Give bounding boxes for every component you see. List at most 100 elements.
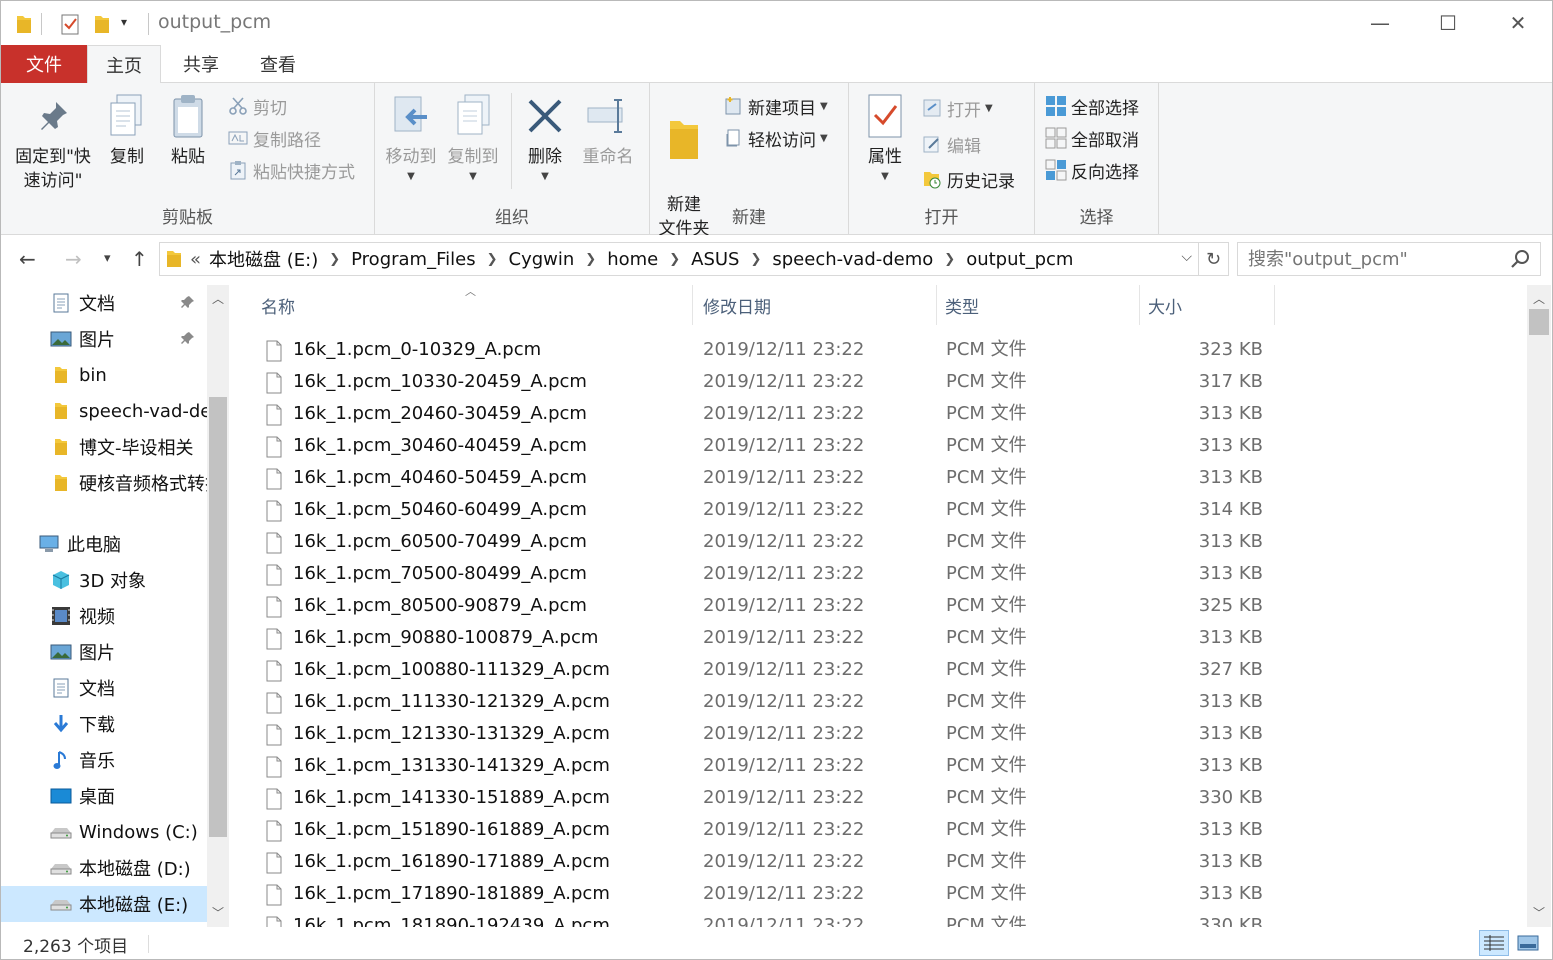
nav-item[interactable]: 音乐 <box>1 742 207 778</box>
nav-item[interactable]: 本地磁盘 (E:) <box>1 886 207 923</box>
file-row[interactable]: 16k_1.pcm_70500-80499_A.pcm 2019/12/11 23… <box>255 558 1275 590</box>
cut-button[interactable]: 剪切 <box>227 93 287 119</box>
nav-item[interactable]: 本地磁盘 (D:) <box>1 850 207 886</box>
nav-item[interactable]: 此电脑 <box>1 526 207 562</box>
chevron-right-icon[interactable]: ❯ <box>669 252 680 267</box>
maximize-button[interactable]: ☐ <box>1413 1 1483 45</box>
file-row[interactable]: 16k_1.pcm_131330-141329_A.pcm 2019/12/11 … <box>255 750 1275 782</box>
nav-item[interactable]: 桌面 <box>1 778 207 814</box>
address-bar[interactable]: « 本地磁盘 (E:) ❯ Program_Files ❯ Cygwin ❯ h… <box>159 242 1199 276</box>
breadcrumb-cygwin[interactable]: Cygwin <box>509 249 575 270</box>
refresh-icon[interactable]: ↻ <box>1199 242 1229 276</box>
file-row[interactable]: 16k_1.pcm_111330-121329_A.pcm 2019/12/11 … <box>255 686 1275 718</box>
select-none-button[interactable]: 全部取消 <box>1045 125 1139 151</box>
paste-button[interactable]: 粘贴 <box>163 91 213 169</box>
breadcrumb-speech-vad-demo[interactable]: speech-vad-demo <box>772 249 933 270</box>
breadcrumb-program-files[interactable]: Program_Files <box>351 249 475 270</box>
pin-icon[interactable] <box>181 329 195 350</box>
chevron-down-icon[interactable]: ﹀ <box>1528 903 1550 921</box>
file-row[interactable]: 16k_1.pcm_171890-181889_A.pcm 2019/12/11 … <box>255 878 1275 910</box>
properties-button[interactable]: 属性 ▼ <box>859 91 911 189</box>
recent-locations-icon[interactable]: ▾ <box>104 251 111 266</box>
chevron-right-icon[interactable]: ❯ <box>944 252 955 267</box>
file-row[interactable]: 16k_1.pcm_60500-70499_A.pcm 2019/12/11 23… <box>255 526 1275 558</box>
nav-scrollbar[interactable]: ︿ ﹀ <box>207 285 229 927</box>
new-folder-quick-icon[interactable] <box>93 13 111 35</box>
chevron-right-icon[interactable]: ❯ <box>585 252 596 267</box>
copy-to-button[interactable]: 复制到 ▼ <box>443 91 503 189</box>
chevron-up-icon[interactable]: ︿ <box>1528 289 1550 307</box>
search-icon[interactable] <box>1510 249 1530 273</box>
file-row[interactable]: 16k_1.pcm_90880-100879_A.pcm 2019/12/11 2… <box>255 622 1275 654</box>
move-to-button[interactable]: 移动到 ▼ <box>383 91 439 189</box>
file-list-scrollbar-thumb[interactable] <box>1529 309 1549 335</box>
search-input[interactable] <box>1238 243 1498 275</box>
copy-path-button[interactable]: 复制路径 <box>227 125 321 151</box>
file-row[interactable]: 16k_1.pcm_151890-161889_A.pcm 2019/12/11 … <box>255 814 1275 846</box>
chevron-right-icon[interactable]: ❯ <box>487 252 498 267</box>
tab-view[interactable]: 查看 <box>245 45 311 83</box>
breadcrumb-home[interactable]: home <box>607 249 658 270</box>
tab-share[interactable]: 共享 <box>167 45 235 83</box>
file-row[interactable]: 16k_1.pcm_161890-171889_A.pcm 2019/12/11 … <box>255 846 1275 878</box>
close-button[interactable]: ✕ <box>1483 1 1552 45</box>
search-box[interactable] <box>1237 242 1541 276</box>
nav-item[interactable]: 视频 <box>1 598 207 634</box>
delete-button[interactable]: 删除 ▼ <box>521 91 569 189</box>
chevron-right-icon[interactable]: ❯ <box>329 252 340 267</box>
column-header-name[interactable]: 名称 ︿ <box>233 285 693 325</box>
paste-shortcut-button[interactable]: 粘贴快捷方式 <box>227 157 355 183</box>
nav-item[interactable]: 3D 对象 <box>1 562 207 598</box>
file-row[interactable]: 16k_1.pcm_20460-30459_A.pcm 2019/12/11 23… <box>255 398 1275 430</box>
chevron-right-icon[interactable]: ❯ <box>750 252 761 267</box>
column-header-size[interactable]: 大小 <box>1140 285 1275 325</box>
file-row[interactable]: 16k_1.pcm_0-10329_A.pcm 2019/12/11 23:22 P… <box>255 334 1275 366</box>
address-history-icon[interactable]: ⌵ <box>1181 249 1192 265</box>
file-row[interactable]: 16k_1.pcm_40460-50459_A.pcm 2019/12/11 23… <box>255 462 1275 494</box>
file-row[interactable]: 16k_1.pcm_181890-192439_A.pcm 2019/12/11 … <box>255 910 1275 927</box>
nav-item[interactable]: 硬核音频格式转换 <box>1 465 207 501</box>
copy-button[interactable]: 复制 <box>103 91 151 169</box>
easy-access-button[interactable]: 轻松访问 ▼ <box>722 125 828 151</box>
nav-item[interactable]: 文档 <box>1 285 207 321</box>
chevron-down-icon[interactable]: ﹀ <box>207 903 229 921</box>
new-item-button[interactable]: 新建项目 ▼ <box>722 93 828 119</box>
column-header-type[interactable]: 类型 <box>937 285 1140 325</box>
pin-icon[interactable] <box>181 293 195 314</box>
back-arrow-icon[interactable]: ← <box>19 247 36 271</box>
up-arrow-icon[interactable]: ↑ <box>131 247 148 271</box>
nav-item[interactable]: speech-vad-demo <box>1 393 207 429</box>
nav-item[interactable]: bin <box>1 357 207 393</box>
rename-button[interactable]: 重命名 <box>577 91 639 169</box>
nav-item[interactable]: Windows (C:) <box>1 814 207 850</box>
details-view-icon[interactable] <box>1479 930 1509 956</box>
nav-item[interactable]: 博文-毕设相关 <box>1 429 207 465</box>
nav-item[interactable]: 文档 <box>1 670 207 706</box>
breadcrumb-drive-e[interactable]: 本地磁盘 (E:) <box>209 246 318 272</box>
forward-arrow-icon[interactable]: → <box>65 247 82 271</box>
edit-button[interactable]: 编辑 <box>921 131 981 157</box>
open-button[interactable]: 打开 ▼ <box>921 95 993 121</box>
nav-item[interactable]: 下载 <box>1 706 207 742</box>
pin-quick-access-button[interactable]: 固定到"快速访问" <box>7 91 99 193</box>
minimize-button[interactable]: — <box>1345 1 1415 45</box>
chevron-up-icon[interactable]: ︿ <box>207 289 229 307</box>
tab-home[interactable]: 主页 <box>87 45 161 84</box>
invert-selection-button[interactable]: 反向选择 <box>1045 157 1139 183</box>
select-all-button[interactable]: 全部选择 <box>1045 93 1139 119</box>
history-button[interactable]: 历史记录 <box>921 166 1015 192</box>
breadcrumb-asus[interactable]: ASUS <box>691 249 739 270</box>
file-row[interactable]: 16k_1.pcm_100880-111329_A.pcm 2019/12/11 … <box>255 654 1275 686</box>
breadcrumb-output-pcm[interactable]: output_pcm <box>966 249 1073 270</box>
nav-item[interactable]: 图片 <box>1 634 207 670</box>
file-list-scrollbar[interactable]: ︿ ﹀ <box>1527 285 1551 927</box>
file-row[interactable]: 16k_1.pcm_141330-151889_A.pcm 2019/12/11 … <box>255 782 1275 814</box>
file-row[interactable]: 16k_1.pcm_80500-90879_A.pcm 2019/12/11 23… <box>255 590 1275 622</box>
file-row[interactable]: 16k_1.pcm_121330-131329_A.pcm 2019/12/11 … <box>255 718 1275 750</box>
file-row[interactable]: 16k_1.pcm_50460-60499_A.pcm 2019/12/11 23… <box>255 494 1275 526</box>
large-icons-view-icon[interactable] <box>1513 930 1543 956</box>
nav-item[interactable]: 图片 <box>1 321 207 357</box>
customize-quick-access-icon[interactable]: ▾ <box>121 15 127 37</box>
tab-file[interactable]: 文件 <box>1 45 87 83</box>
nav-scrollbar-thumb[interactable] <box>209 397 227 837</box>
